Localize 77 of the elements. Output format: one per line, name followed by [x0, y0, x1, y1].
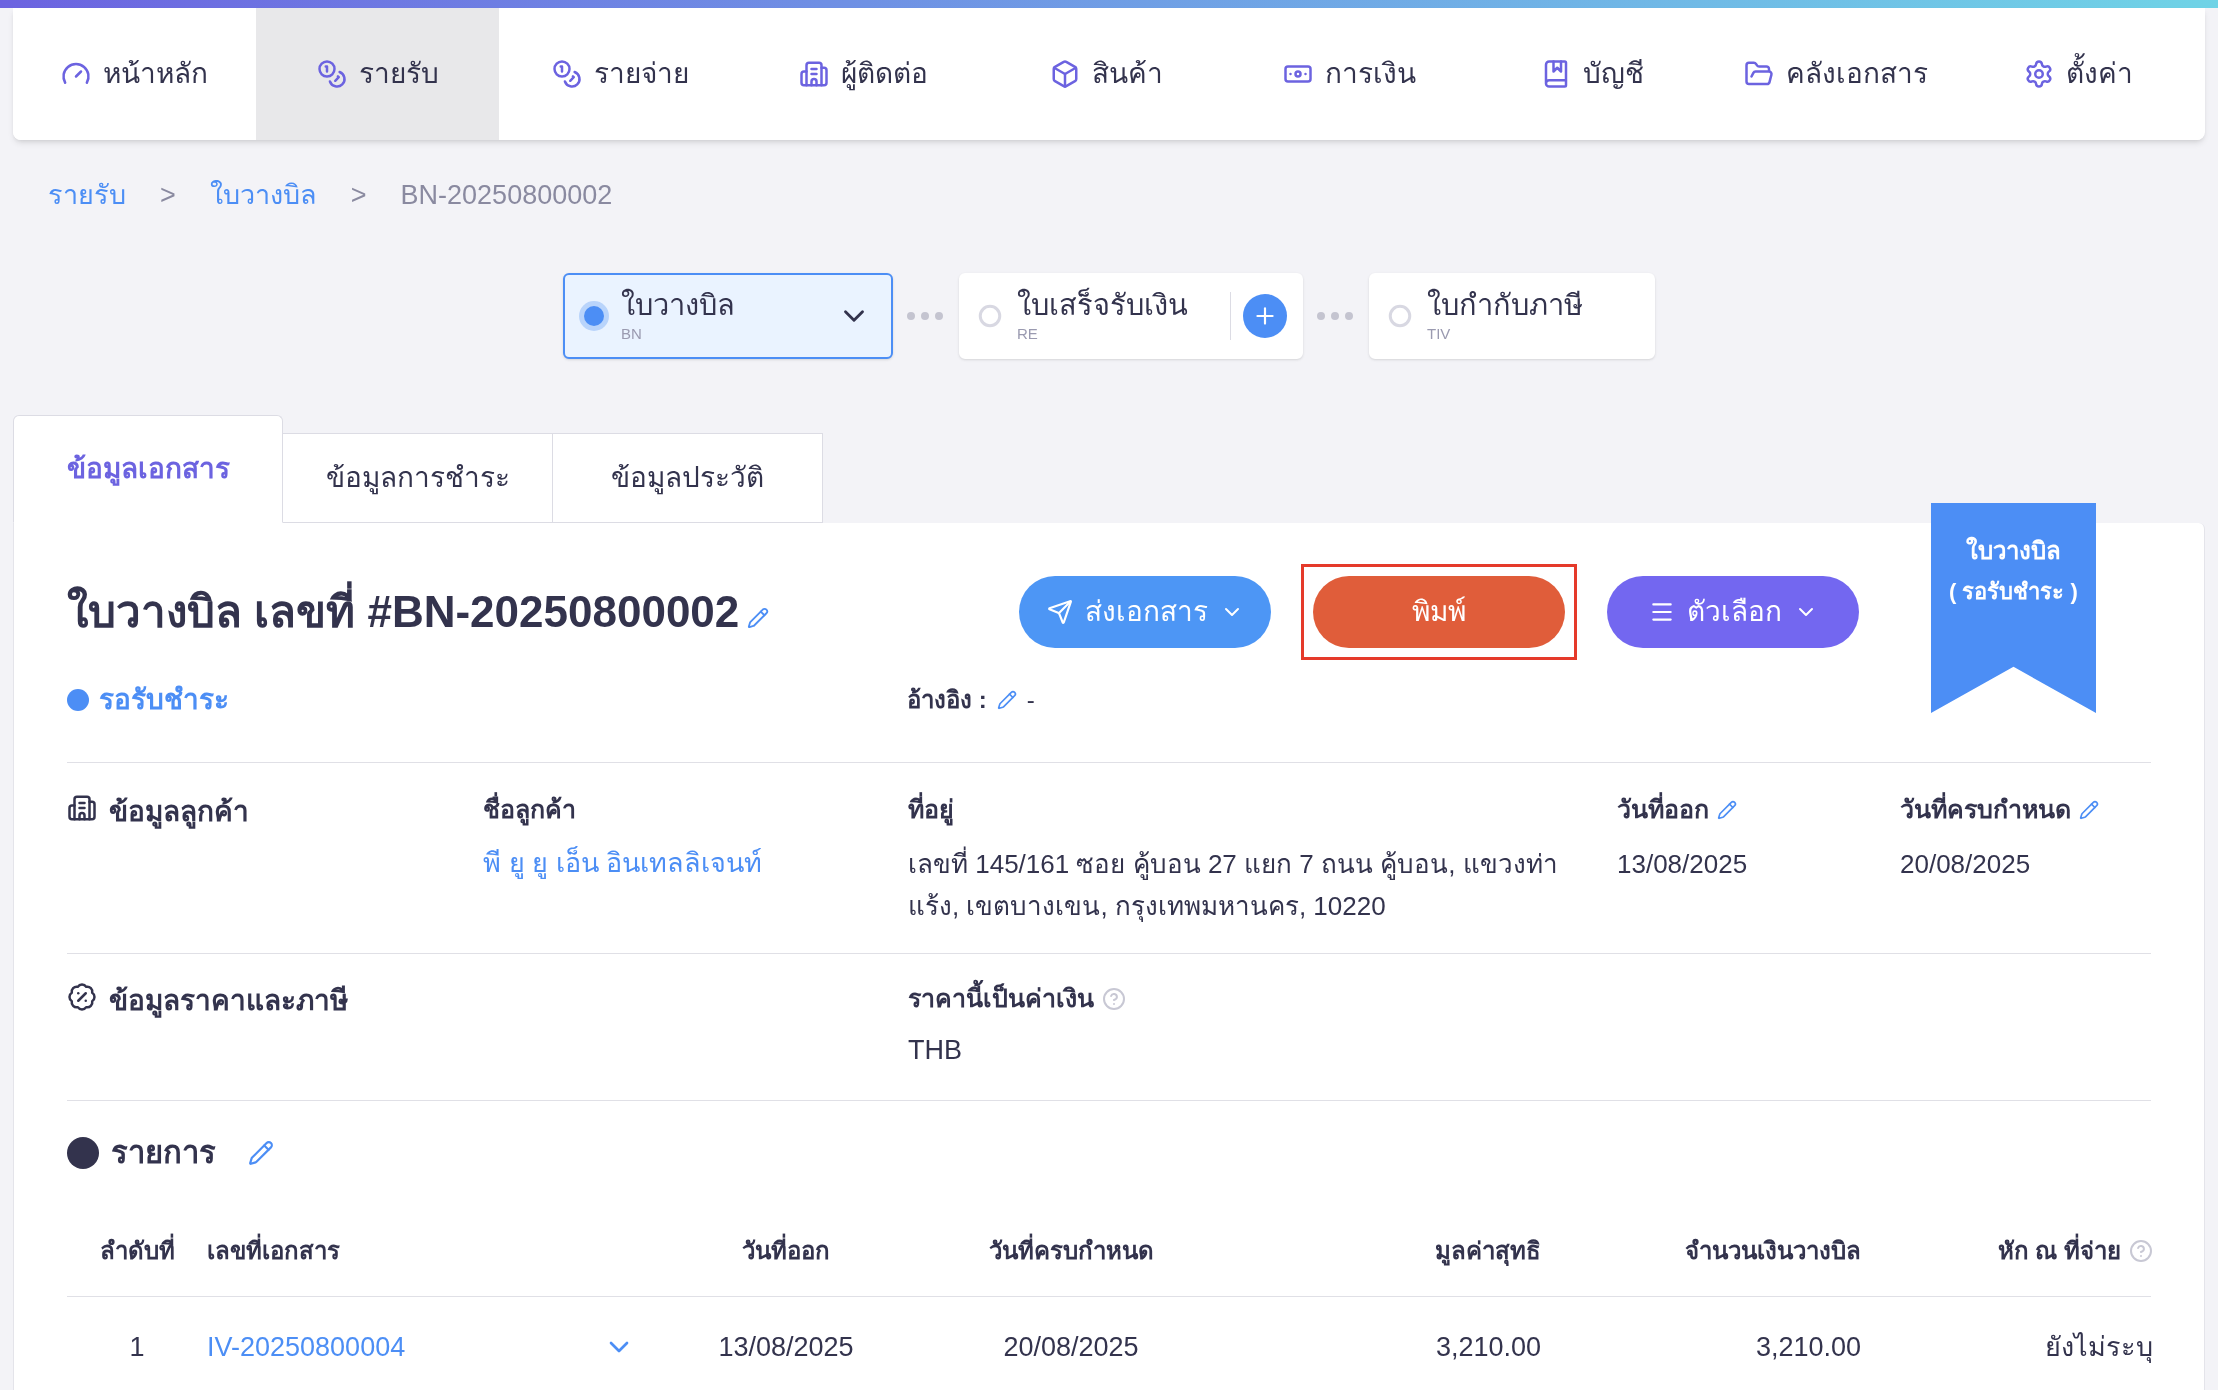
step-code: BN — [621, 323, 643, 344]
column-header: วันที่ออก — [742, 1232, 830, 1269]
table-cell-text: ยังไม่ระบุ — [2044, 1330, 2153, 1365]
reference-value: - — [1026, 685, 1035, 715]
nav-item[interactable]: ตั้งค่า — [1957, 8, 2200, 140]
section-heading: ข้อมูลราคาและภาษี — [109, 984, 348, 1020]
step-card[interactable]: ใบกำกับภาษี TIV — [1369, 273, 1655, 359]
step-title: ใบกำกับภาษี — [1427, 287, 1584, 323]
column-header: มูลค่าสุทธิ — [1435, 1235, 1541, 1268]
step-card[interactable]: ใบวางบิล BN — [563, 273, 893, 359]
table-cell-text: 3,210.00 — [1754, 1330, 1861, 1364]
section-heading: ข้อมูลลูกค้า — [109, 795, 249, 831]
box-icon — [1050, 59, 1080, 89]
edit-icon[interactable] — [1717, 799, 1737, 820]
coins-icon — [316, 59, 347, 89]
status-ribbon: ใบวางบิล ( รอรับชำระ ) — [1931, 503, 2096, 713]
send-icon — [1046, 599, 1073, 625]
column-header: จำนวนเงินวางบิล — [1685, 1235, 1861, 1266]
step-code: TIV — [1427, 323, 1452, 344]
field-label: ที่อยู่ — [908, 791, 954, 829]
radio-icon — [1388, 304, 1412, 328]
breadcrumb-separator: > — [160, 178, 176, 212]
field-value: 20/08/2025 — [1900, 847, 2032, 881]
dots-connector — [907, 312, 945, 320]
section-heading: รายการ — [111, 1133, 216, 1172]
nav-item[interactable]: รายจ่าย — [499, 8, 742, 140]
table-cell-text: 1 — [128, 1330, 146, 1364]
column-header: ลำดับที่ — [99, 1232, 175, 1269]
field-value: THB — [908, 1033, 963, 1067]
help-icon[interactable] — [1102, 986, 1126, 1011]
settings-icon — [2024, 59, 2054, 89]
field-label: ชื่อลูกค้า — [483, 791, 576, 829]
building-icon — [67, 793, 97, 823]
edit-icon[interactable] — [996, 690, 1017, 710]
step-title: ใบเสร็จรับเงิน — [1017, 286, 1189, 323]
building-icon — [799, 59, 829, 89]
step-code: RE — [1017, 323, 1039, 344]
breadcrumb-separator: > — [350, 178, 367, 212]
edit-icon[interactable] — [747, 607, 770, 629]
tab[interactable]: ข้อมูลเอกสาร — [13, 415, 283, 523]
coins-icon — [552, 59, 582, 89]
table-cell-text: 13/08/2025 — [717, 1330, 855, 1364]
column-header: เลขที่เอกสาร — [207, 1232, 340, 1269]
column-header: วันที่ครบกำหนด — [988, 1232, 1154, 1269]
nav-item[interactable]: สินค้า — [985, 8, 1228, 140]
help-icon[interactable] — [2129, 1238, 2153, 1263]
radio-selected-icon — [579, 301, 609, 331]
table-cell-text: 20/08/2025 — [1002, 1330, 1140, 1364]
table-cell-text: 3,210.00 — [1434, 1330, 1541, 1364]
field-label: วันที่ครบกำหนด — [1900, 791, 2071, 829]
field-value: 13/08/2025 — [1617, 847, 1749, 881]
column-header: หัก ณ ที่จ่าย — [1997, 1232, 2121, 1269]
step-card[interactable]: ใบเสร็จรับเงิน RE — [959, 273, 1303, 359]
breadcrumb-current: BN-20250800002 — [400, 178, 613, 212]
nav-item[interactable]: การเงิน — [1228, 8, 1471, 140]
edit-icon[interactable] — [2079, 799, 2099, 820]
print-button[interactable]: พิมพ์ — [1313, 576, 1565, 648]
dots-connector — [1317, 312, 1355, 320]
reference-label: อ้างอิง : — [907, 685, 987, 715]
tab[interactable]: ข้อมูลประวัติ — [553, 433, 823, 523]
nav-item[interactable]: ผู้ติดต่อ — [742, 8, 985, 140]
step-title: ใบวางบิล — [621, 287, 736, 323]
nav-item[interactable]: คลังเอกสาร — [1714, 8, 1957, 140]
tab[interactable]: ข้อมูลการชำระ — [283, 433, 553, 523]
nav-item[interactable]: หน้าหลัก — [13, 8, 256, 140]
field-value: เลขที่ 145/161 ซอย คู้บอน 27 แยก 7 ถนน คู้บอน, แขวงท่าแร้ง, เขตบางเขน, กรุงเทพมหานคร, 10220 — [908, 845, 1559, 924]
status-label: รอรับชำระ — [99, 683, 230, 717]
percent-badge-icon — [67, 982, 97, 1012]
field-label: ราคานี้เป็นค่าเงิน — [908, 980, 1094, 1018]
edit-icon[interactable] — [248, 1140, 274, 1166]
document-title: ใบวางบิล เลขที่ #BN-20250800002 — [67, 579, 740, 645]
options-button[interactable]: ตัวเลือก — [1607, 576, 1859, 648]
field-label: วันที่ออก — [1617, 791, 1709, 829]
nav-item[interactable]: บัญชี — [1471, 8, 1714, 140]
nav-item[interactable]: รายรับ — [256, 8, 499, 140]
add-button[interactable] — [1243, 294, 1287, 338]
radio-icon — [978, 304, 1002, 328]
